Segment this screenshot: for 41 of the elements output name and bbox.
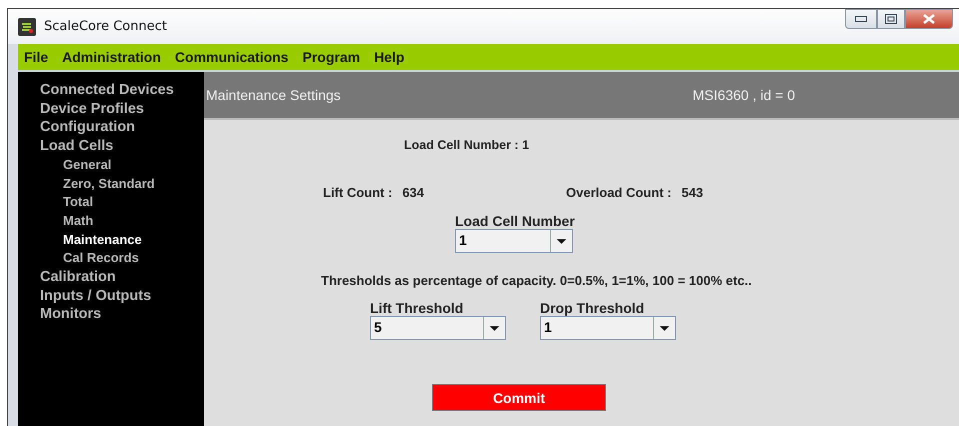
sidebar-item[interactable]: Total: [40, 193, 204, 212]
close-button[interactable]: [905, 9, 953, 29]
commit-button[interactable]: Commit: [432, 384, 606, 411]
sidebar-item[interactable]: Load Cells: [40, 137, 204, 156]
window-title: ScaleCore Connect: [44, 19, 167, 34]
minimize-icon: [855, 16, 867, 22]
panel-title: Maintenance Settings: [206, 87, 341, 103]
sidebar-item[interactable]: Inputs / Outputs: [40, 286, 204, 306]
maximize-icon: [885, 14, 897, 24]
sidebar-item[interactable]: Monitors: [40, 305, 204, 324]
app-logo-icon: [18, 18, 36, 36]
menu-item[interactable]: Program: [302, 49, 360, 65]
count-value: 634: [402, 185, 424, 200]
count-label: Lift Count :: [323, 185, 392, 200]
dropdown[interactable]: 1: [455, 229, 573, 253]
count-value: 543: [681, 185, 704, 200]
sidebar-item[interactable]: Device Profiles: [40, 100, 204, 118]
sidebar-item[interactable]: Connected Devices: [40, 81, 204, 100]
field-label: Drop Threshold: [540, 300, 646, 316]
close-icon: [923, 14, 935, 24]
threshold-note: Thresholds as percentage of capacity. 0=0.5%, 1=1%, 100 = 100% etc..: [321, 273, 752, 288]
sidebar-item[interactable]: Math: [40, 212, 204, 231]
menu-item[interactable]: Communications: [174, 49, 288, 65]
count-label: Overload Count :: [566, 185, 672, 200]
dropdown[interactable]: 5: [370, 316, 506, 340]
menu-item[interactable]: Administration: [62, 49, 161, 65]
field-label: Load Cell Number: [455, 213, 573, 229]
field-label: Lift Threshold: [370, 300, 464, 316]
sidebar-item[interactable]: General: [40, 156, 204, 175]
menu-item[interactable]: File: [24, 49, 48, 65]
load-cell-heading: Load Cell Number : 1: [404, 138, 530, 152]
dropdown[interactable]: 1: [540, 316, 676, 340]
maximize-button[interactable]: [877, 9, 905, 29]
sidebar-item[interactable]: Maintenance: [40, 230, 204, 250]
sidebar-item[interactable]: Calibration: [40, 268, 204, 287]
menu-item[interactable]: Help: [374, 49, 404, 65]
device-id: MSI6360 , id = 0: [692, 87, 795, 103]
sidebar-item[interactable]: Cal Records: [40, 249, 204, 268]
minimize-button[interactable]: [845, 9, 877, 29]
sidebar-item[interactable]: Configuration: [40, 118, 204, 138]
sidebar-item[interactable]: Zero, Standard: [40, 174, 204, 194]
